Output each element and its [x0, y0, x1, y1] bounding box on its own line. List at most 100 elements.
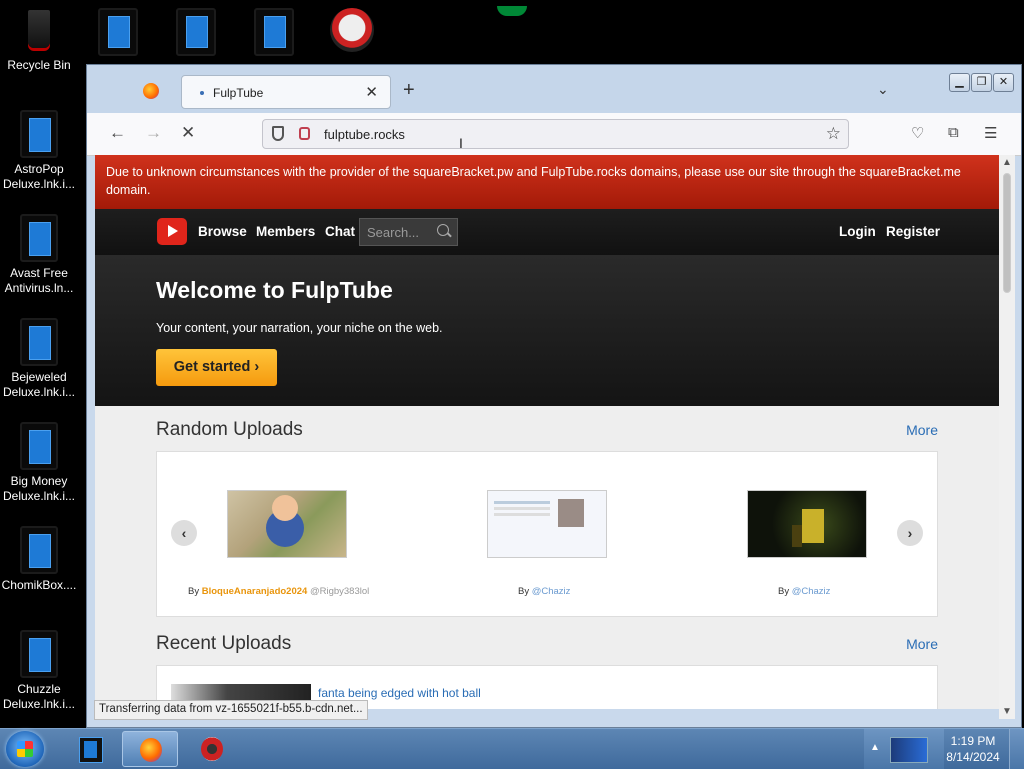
extensions-icon[interactable]: ⧉	[948, 124, 959, 141]
hero-title: Welcome to FulpTube	[156, 277, 393, 303]
desktop-icon-label: Bejeweled Deluxe.lnk.i...	[2, 370, 76, 399]
login-link[interactable]: Login	[839, 224, 876, 239]
fulptube-logo-icon[interactable]	[157, 218, 187, 245]
tab-title: FulpTube	[213, 86, 264, 100]
desktop-icon-label: Chuzzle Deluxe.lnk.i...	[2, 682, 76, 711]
site-search-input[interactable]: Search...	[359, 218, 458, 246]
recycle-bin-icon	[22, 10, 56, 54]
desktop-icon-chomikbox[interactable]: ChomikBox....	[0, 526, 78, 593]
clock-date: 8/14/2024	[946, 750, 1000, 764]
forward-button[interactable]: →	[145, 123, 162, 143]
carousel-next-button[interactable]: ›	[897, 520, 923, 546]
taskbar-firefox-item[interactable]	[122, 731, 178, 767]
desktop-icon-chuzzle[interactable]: Chuzzle Deluxe.lnk.i...	[0, 630, 78, 712]
hero-subtitle: Your content, your narration, your niche…	[156, 321, 443, 335]
desktop-icon-avast[interactable]: Avast Free Antivirus.ln...	[0, 214, 78, 296]
address-bar[interactable]: fulptube.rocks ☆	[262, 119, 849, 149]
desktop-icon-recycle-bin[interactable]: Recycle Bin	[0, 10, 78, 73]
site-navbar: Browse Members Chat Search... Login Regi…	[95, 209, 999, 255]
firefox-view-icon[interactable]	[143, 83, 159, 99]
random-more-link[interactable]: More	[906, 422, 938, 438]
desktop-icon-label: AstroPop Deluxe.lnk.i...	[2, 162, 76, 191]
hero-section: Welcome to FulpTube Your content, your n…	[95, 255, 999, 406]
desktop-icon-astropop[interactable]: AstroPop Deluxe.lnk.i...	[0, 110, 78, 192]
show-hidden-icons-icon[interactable]: ▲	[870, 742, 880, 753]
url-text[interactable]: fulptube.rocks	[324, 127, 405, 142]
by-label: By	[778, 586, 790, 597]
random-uploads-carousel: ‹ › By BloqueAnaranjado2024 @Rigby383lol…	[156, 451, 938, 617]
stop-button[interactable]: ✕	[181, 123, 195, 143]
firefox-icon	[140, 738, 162, 762]
desktop-icon-label: ChomikBox....	[1, 578, 77, 592]
insecure-lock-icon[interactable]	[299, 127, 310, 140]
app-icon	[79, 737, 103, 763]
wallpaper-detail	[497, 6, 527, 16]
maximize-button[interactable]: ❐	[971, 73, 992, 92]
system-tray: ▲	[864, 729, 944, 769]
shortcut-icon	[20, 630, 58, 678]
uploader-handle[interactable]: @Rigby383lol	[310, 586, 369, 597]
uploader-link[interactable]: BloqueAnaranjado2024	[202, 586, 308, 597]
shortcut-icon	[20, 318, 58, 366]
desktop-app-icon[interactable]	[330, 8, 374, 52]
shortcut-icon	[20, 110, 58, 158]
close-window-button[interactable]: ✕	[993, 73, 1014, 92]
browser-window: FulpTube ✕ + ⌄ ▁ ❐ ✕ ← → ✕ fulptube.rock…	[86, 64, 1022, 728]
tray-app-icon[interactable]	[890, 737, 928, 763]
register-link[interactable]: Register	[886, 224, 940, 239]
status-bar: Transferring data from vz-1655021f-b55.b…	[94, 700, 368, 720]
scroll-up-icon[interactable]: ▲	[1002, 157, 1012, 168]
shield-icon[interactable]	[272, 126, 284, 141]
video-byline: By @Chaziz	[518, 586, 570, 597]
nav-chat[interactable]: Chat	[325, 224, 355, 239]
back-button[interactable]: ←	[109, 123, 126, 143]
pocket-icon[interactable]: ♡	[911, 124, 924, 142]
bookmark-star-icon[interactable]: ☆	[826, 124, 841, 144]
random-uploads-title: Random Uploads	[156, 419, 303, 440]
start-button[interactable]	[6, 731, 44, 767]
uploader-link[interactable]: @Chaziz	[792, 586, 831, 597]
scroll-down-icon[interactable]: ▼	[1002, 706, 1012, 717]
desktop-icon-big-money[interactable]: Big Money Deluxe.lnk.i...	[0, 422, 78, 504]
taskbar-app-item[interactable]	[62, 731, 118, 767]
video-byline: By @Chaziz	[778, 586, 830, 597]
taskbar-app-item[interactable]	[184, 731, 240, 767]
uploader-link[interactable]: @Chaziz	[532, 586, 571, 597]
video-byline: By BloqueAnaranjado2024 @Rigby383lol	[188, 586, 369, 597]
desktop-shortcut-icon[interactable]	[176, 8, 216, 56]
desktop-icon-label: Avast Free Antivirus.ln...	[4, 266, 74, 295]
desktop-shortcut-icon[interactable]	[254, 8, 294, 56]
tab-bar: FulpTube ✕ + ⌄ ▁ ❐ ✕	[87, 65, 1021, 113]
video-thumbnail[interactable]	[487, 490, 607, 558]
close-tab-icon[interactable]: ✕	[365, 83, 378, 101]
carousel-prev-button[interactable]: ‹	[171, 520, 197, 546]
recent-uploads-title: Recent Uploads	[156, 633, 292, 654]
nav-members[interactable]: Members	[256, 224, 315, 239]
page-scrollbar[interactable]: ▲ ▼	[999, 155, 1015, 719]
video-thumbnail[interactable]	[227, 490, 347, 558]
shortcut-icon	[20, 422, 58, 470]
recent-more-link[interactable]: More	[906, 636, 938, 652]
nav-toolbar: ← → ✕ fulptube.rocks ☆ ♡ ⧉ ☰	[87, 113, 1021, 156]
new-tab-button[interactable]: +	[403, 79, 415, 102]
desktop-shortcut-icon[interactable]	[98, 8, 138, 56]
search-icon[interactable]	[437, 224, 449, 236]
domain-notice-banner: Due to unknown circumstances with the pr…	[95, 155, 999, 209]
video-title-link[interactable]: fanta being edged with hot ball	[318, 686, 481, 700]
by-label: By	[518, 586, 530, 597]
nav-browse[interactable]: Browse	[198, 224, 247, 239]
desktop-icon-bejeweled[interactable]: Bejeweled Deluxe.lnk.i...	[0, 318, 78, 400]
shortcut-icon	[20, 526, 58, 574]
video-thumbnail[interactable]	[747, 490, 867, 558]
shortcut-icon	[20, 214, 58, 262]
desktop-icon-label: Big Money Deluxe.lnk.i...	[2, 474, 76, 503]
clock[interactable]: 1:19 PM 8/14/2024	[944, 733, 1002, 765]
list-tabs-chevron-icon[interactable]: ⌄	[877, 81, 889, 98]
minimize-button[interactable]: ▁	[949, 73, 970, 92]
show-desktop-button[interactable]	[1009, 729, 1024, 769]
menu-icon[interactable]: ☰	[984, 124, 997, 142]
get-started-button[interactable]: Get started ›	[156, 349, 277, 386]
desktop-icon-label: Recycle Bin	[7, 58, 71, 72]
tab-fulptube[interactable]: FulpTube ✕	[181, 75, 391, 109]
scrollbar-thumb[interactable]	[1003, 173, 1011, 293]
